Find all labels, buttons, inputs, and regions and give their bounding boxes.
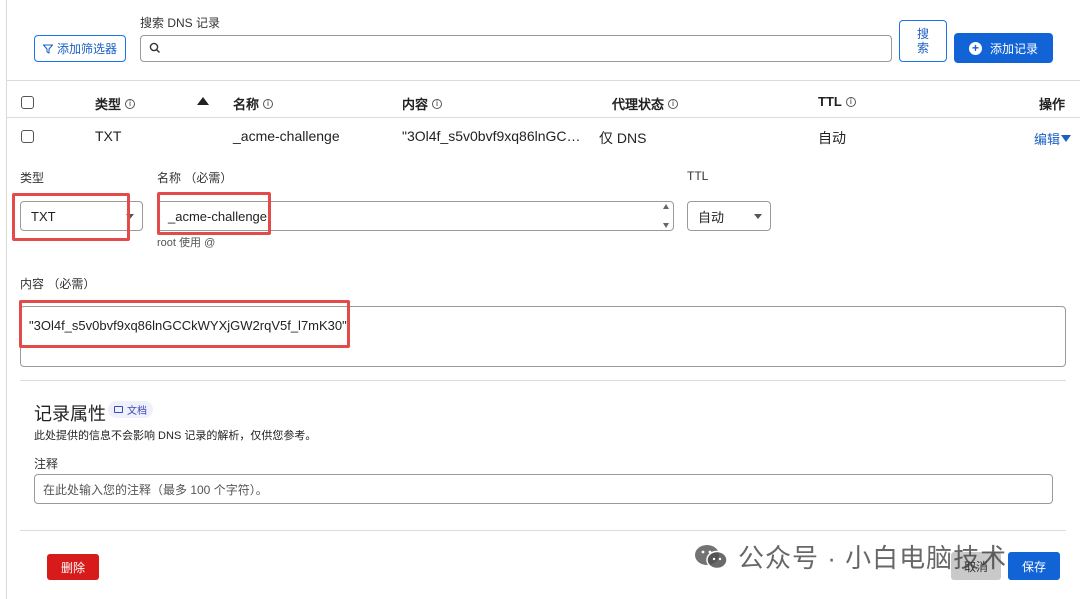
add-record-label: 添加记录 <box>989 41 1038 56</box>
watermark: 公众号 · 小白电脑技术 <box>694 538 1007 575</box>
info-icon: i <box>432 98 443 109</box>
note-label: 注释 <box>34 457 59 471</box>
edit-label: 编辑 <box>1034 132 1061 147</box>
ttl-select[interactable]: 自动 <box>687 201 771 231</box>
column-header-ttl[interactable]: TTL i <box>818 94 856 109</box>
docs-link[interactable]: 文档 <box>108 401 153 418</box>
sort-ascending-icon[interactable] <box>197 97 209 105</box>
info-icon: i <box>125 98 136 109</box>
row-proxy-status: 仅 DNS <box>599 130 647 146</box>
save-button[interactable]: 保存 <box>1008 552 1060 580</box>
delete-button[interactable]: 删除 <box>47 554 99 580</box>
filter-icon <box>42 44 53 54</box>
book-icon <box>114 406 123 413</box>
section-description: 此处提供的信息不会影响 DNS 记录的解析，仅供您参考。 <box>34 430 317 442</box>
wechat-icon <box>695 544 728 569</box>
row-type: TXT <box>95 128 122 144</box>
search-input[interactable] <box>140 35 892 62</box>
type-label: 类型 <box>20 171 45 185</box>
watermark-text: 公众号 · 小白电脑技术 <box>738 543 1008 573</box>
stepper-icon[interactable] <box>662 204 670 228</box>
info-icon: i <box>668 98 679 109</box>
row-checkbox[interactable] <box>21 130 34 143</box>
column-header-actions-label: 操作 <box>1039 97 1066 112</box>
note-input[interactable]: 在此处输入您的注释（最多 100 个字符）。 <box>34 474 1053 504</box>
column-header-name[interactable]: 名称 i <box>233 94 274 113</box>
divider <box>20 380 1066 381</box>
frame-border <box>6 0 7 599</box>
select-all-checkbox[interactable] <box>21 96 34 109</box>
ttl-select-value: 自动 <box>698 209 725 225</box>
column-header-content[interactable]: 内容 i <box>402 94 443 113</box>
plus-icon: + <box>968 41 982 55</box>
column-header-name-label: 名称 <box>233 97 260 112</box>
search-label: 搜索 DNS 记录 <box>140 16 221 30</box>
search-button[interactable]: 搜索 <box>899 20 947 62</box>
caret-down-icon <box>1061 135 1072 142</box>
add-filter-label: 添加筛选器 <box>56 42 117 56</box>
section-title: 记录属性 <box>34 404 106 424</box>
docs-link-label: 文档 <box>127 406 147 417</box>
column-header-actions: 操作 <box>1039 94 1065 113</box>
highlight-box <box>19 300 350 348</box>
row-name: _acme-challenge <box>233 128 340 144</box>
info-icon: i <box>845 96 856 107</box>
highlight-box <box>12 193 130 241</box>
divider <box>6 117 1080 118</box>
divider <box>6 80 1080 81</box>
content-label: 内容 （必需） <box>20 277 96 291</box>
name-label: 名称 （必需） <box>157 171 233 185</box>
row-ttl: 自动 <box>818 130 846 146</box>
column-header-content-label: 内容 <box>402 97 429 112</box>
add-filter-button[interactable]: 添加筛选器 <box>34 35 126 62</box>
search-icon <box>149 42 160 53</box>
column-header-proxy-label: 代理状态 <box>612 97 665 112</box>
note-placeholder: 在此处输入您的注释（最多 100 个字符）。 <box>43 482 268 497</box>
column-header-ttl-label: TTL <box>818 94 842 109</box>
name-hint: root 使用 @ <box>157 237 216 249</box>
add-record-button[interactable]: + 添加记录 <box>954 33 1053 63</box>
edit-toggle-link[interactable]: 编辑 <box>1034 129 1072 148</box>
info-icon: i <box>263 98 274 109</box>
column-header-type[interactable]: 类型 i <box>95 94 136 113</box>
highlight-box <box>157 192 271 235</box>
chevron-down-icon <box>754 214 762 219</box>
column-header-proxy[interactable]: 代理状态 i <box>612 94 679 113</box>
search-button-label: 搜索 <box>916 27 929 55</box>
column-header-type-label: 类型 <box>95 97 122 112</box>
row-content: "3Ol4f_s5v0bvf9xq86lnGC… <box>402 128 581 144</box>
ttl-label: TTL <box>687 169 709 183</box>
divider <box>20 530 1066 531</box>
